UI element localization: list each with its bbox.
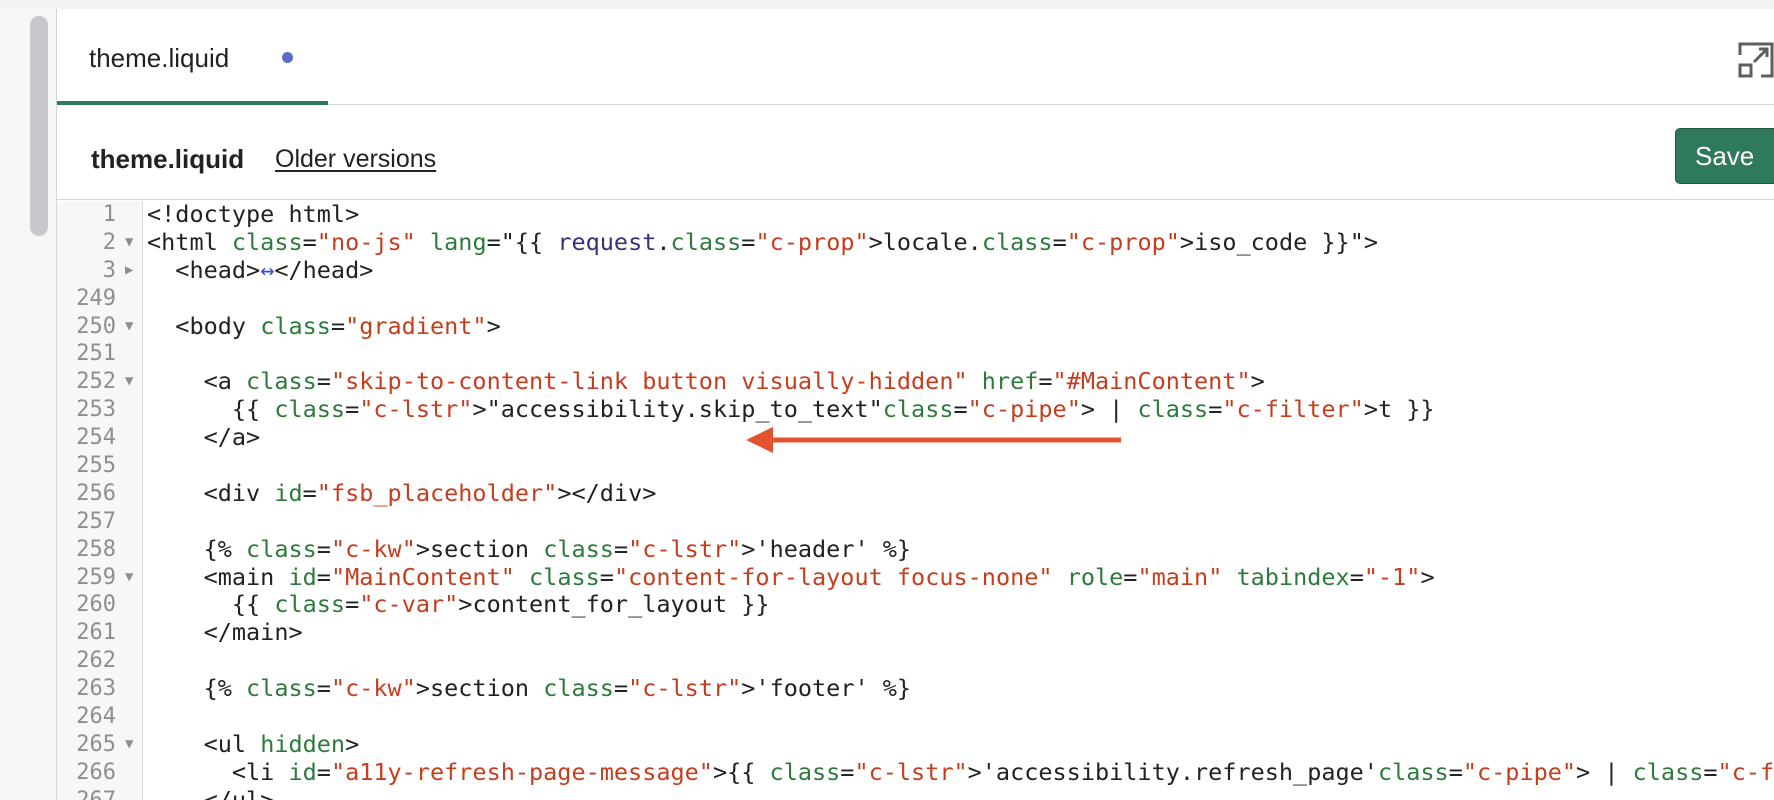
- code-line[interactable]: {% class="c-kw">section class="c-lstr">'…: [147, 535, 1767, 564]
- line-number-text: 251: [76, 341, 116, 367]
- line-number: 2 ▼: [57, 229, 142, 257]
- line-number-text: 267: [76, 787, 116, 800]
- code-line[interactable]: </ul>: [147, 786, 1767, 800]
- line-number-text: 260: [76, 592, 116, 618]
- line-number-text: 256: [76, 480, 116, 506]
- code-line[interactable]: [147, 703, 1767, 731]
- tab-theme-liquid[interactable]: theme.liquid: [57, 9, 328, 105]
- line-number-text: 254: [76, 425, 116, 451]
- code-line[interactable]: <main id="MainContent" class="content-fo…: [147, 563, 1767, 592]
- line-number-text: 264: [76, 704, 116, 730]
- unsaved-changes-dot-icon: [282, 52, 293, 63]
- tab-label: theme.liquid: [89, 43, 230, 73]
- line-number: 256: [57, 480, 142, 508]
- fold-open-icon[interactable]: ▼: [125, 731, 133, 759]
- fold-open-icon[interactable]: ▼: [125, 564, 133, 592]
- code-line[interactable]: [147, 340, 1767, 368]
- line-number-text: 258: [76, 536, 116, 562]
- line-number: 251: [57, 340, 142, 368]
- line-number: 250 ▼: [57, 313, 142, 341]
- line-number-text: 252: [76, 369, 116, 395]
- line-number: 264: [57, 703, 142, 731]
- line-number: 255: [57, 452, 142, 480]
- file-name: theme.liquid: [91, 144, 245, 174]
- line-number-text: 253: [76, 397, 116, 423]
- line-number-text: 3: [102, 257, 116, 283]
- expand-icon[interactable]: [1735, 39, 1774, 81]
- fold-open-icon[interactable]: ▼: [125, 229, 133, 257]
- line-number: 263: [57, 675, 142, 703]
- line-number: 258: [57, 536, 142, 564]
- line-number: 260: [57, 591, 142, 619]
- line-number-text: 255: [76, 453, 116, 479]
- line-number: 253: [57, 396, 142, 424]
- line-number-text: 2: [102, 229, 116, 255]
- line-number: 265 ▼: [57, 731, 142, 759]
- line-number-text: 257: [76, 508, 116, 534]
- save-button[interactable]: Save: [1675, 128, 1774, 184]
- older-versions-link[interactable]: Older versions: [275, 145, 436, 174]
- line-number-text: 263: [76, 676, 116, 702]
- fold-open-icon[interactable]: ▼: [125, 313, 133, 341]
- line-number-text: 1: [102, 202, 116, 227]
- line-number: 266: [57, 759, 142, 787]
- code-line[interactable]: <body class="gradient">: [147, 312, 1767, 341]
- code-line[interactable]: <head>↔</head>: [147, 256, 1767, 285]
- line-number-gutter: 1 2 ▼ 3 ▶ 249 250 ▼ 251 252 ▼ 253 254 255 256 257 258 259…: [57, 201, 143, 800]
- line-number-text: 259: [76, 564, 116, 590]
- line-number: 254: [57, 424, 142, 452]
- fold-closed-icon[interactable]: ▶: [125, 257, 133, 285]
- fold-open-icon[interactable]: ▼: [125, 368, 133, 396]
- line-number-text: 265: [76, 731, 116, 757]
- code-line[interactable]: {% class="c-kw">section class="c-lstr">'…: [147, 674, 1767, 703]
- line-number-text: 249: [76, 285, 116, 311]
- code-line[interactable]: <div id="fsb_placeholder"></div>: [147, 479, 1767, 508]
- code-line[interactable]: [147, 285, 1767, 313]
- code-line[interactable]: [147, 508, 1767, 536]
- line-number: 249: [57, 285, 142, 313]
- line-number-text: 261: [76, 620, 116, 646]
- line-number: 262: [57, 647, 142, 675]
- sidebar-scrollbar[interactable]: [30, 16, 48, 800]
- code-area[interactable]: <!doctype html> <html class="no-js" lang=…: [147, 201, 1774, 800]
- code-line[interactable]: {{ class="c-lstr">"accessibility.skip_to…: [147, 395, 1767, 424]
- sidebar-scrollbar-thumb[interactable]: [30, 16, 48, 236]
- arrow-annotation-icon: [746, 427, 1121, 453]
- file-header: theme.liquid Older versions Save: [57, 106, 1774, 200]
- tab-bar: theme.liquid: [57, 9, 1774, 105]
- line-number-text: 266: [76, 759, 116, 785]
- line-number-text: 250: [76, 313, 116, 339]
- line-number: 252 ▼: [57, 368, 142, 396]
- code-line[interactable]: <li id="a11y-refresh-page-message">{{ cl…: [147, 758, 1774, 787]
- code-line[interactable]: </main>: [147, 618, 1767, 647]
- code-line[interactable]: <!doctype html>: [147, 201, 1767, 229]
- line-number: 3 ▶: [57, 257, 142, 285]
- line-number: 1: [57, 201, 142, 229]
- code-line[interactable]: <html class="no-js" lang="{{ request.cla…: [147, 228, 1767, 257]
- line-number: 257: [57, 508, 142, 536]
- line-number: 267: [57, 787, 142, 800]
- code-line[interactable]: <a class="skip-to-content-link button vi…: [147, 367, 1767, 396]
- line-number: 261: [57, 619, 142, 647]
- top-strip: [0, 0, 1774, 9]
- line-number-text: 262: [76, 648, 116, 674]
- code-editor[interactable]: 1 2 ▼ 3 ▶ 249 250 ▼ 251 252 ▼ 253 254 255 256 257 258 259…: [57, 201, 1774, 800]
- code-line[interactable]: <ul hidden>: [147, 730, 1767, 759]
- code-line[interactable]: {{ class="c-var">content_for_layout }}: [147, 591, 1767, 619]
- editor-panel: theme.liquid theme.liquid Older versions…: [56, 9, 1774, 800]
- code-line[interactable]: [147, 647, 1767, 675]
- line-number: 259 ▼: [57, 564, 142, 592]
